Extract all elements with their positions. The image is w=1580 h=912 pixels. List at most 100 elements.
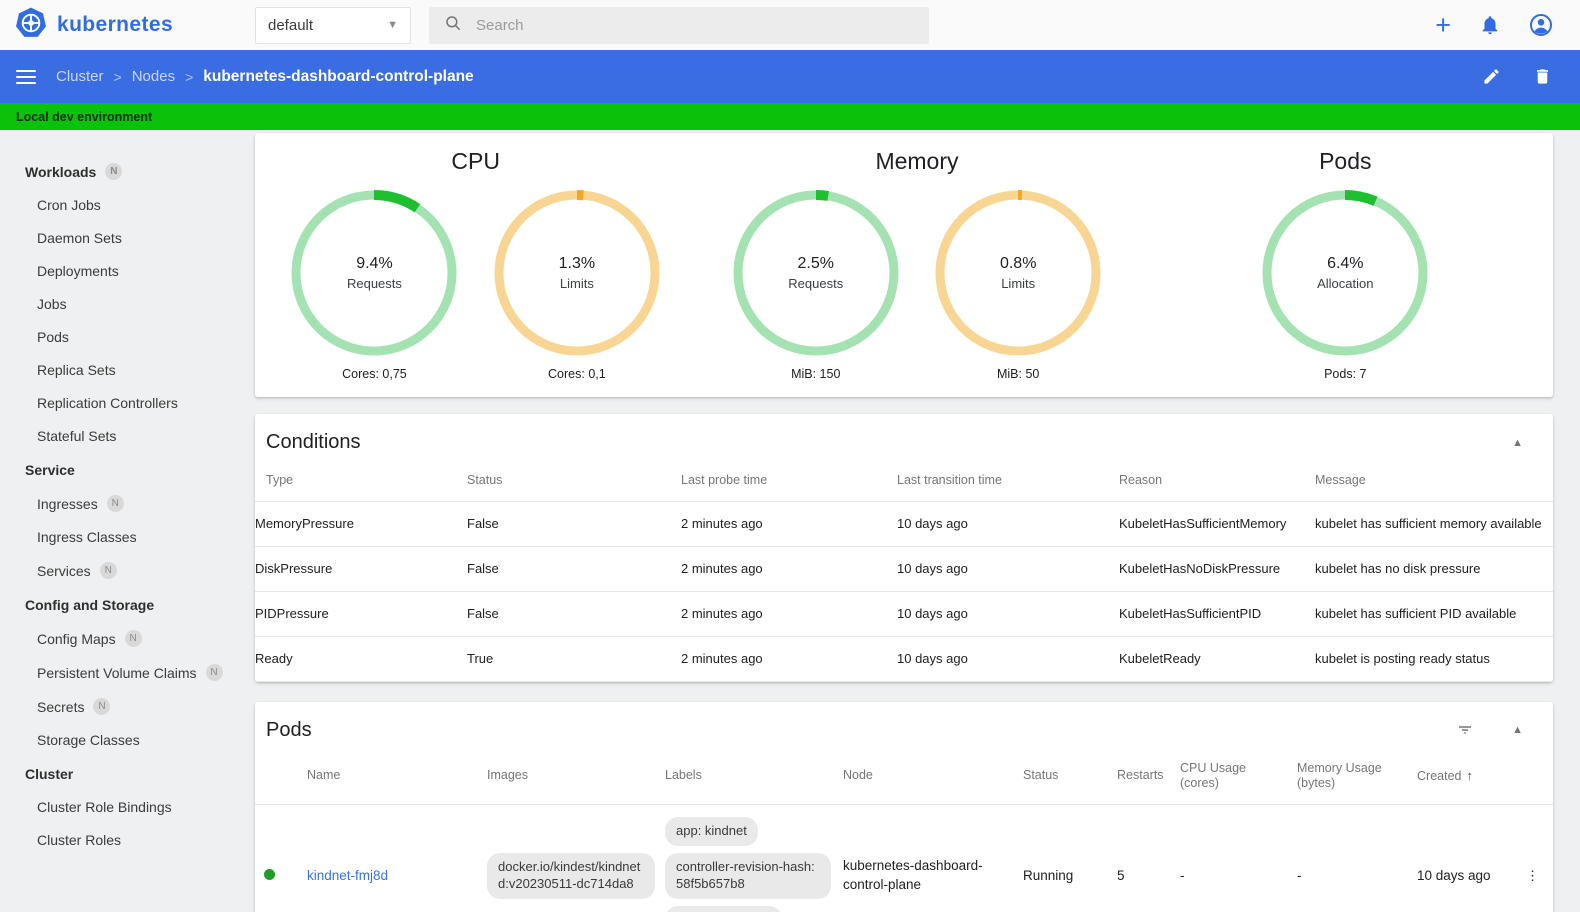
sidebar-section-workloads[interactable]: Workloads N <box>0 154 247 189</box>
column-header-last-probe-time: Last probe time <box>681 461 897 502</box>
sidebar-item-daemon-sets[interactable]: Daemon Sets <box>0 222 247 255</box>
sidebar-item-label: Daemon Sets <box>37 230 122 246</box>
column-header-name: Name <box>307 748 487 805</box>
sidebar-item-stateful-sets[interactable]: Stateful Sets <box>0 420 247 453</box>
dropdown-caret-icon: ▼ <box>387 19 398 31</box>
column-header-node: Node <box>843 748 1023 805</box>
sidebar-item-label: Replica Sets <box>37 362 116 378</box>
namespaced-badge: N <box>106 495 124 512</box>
sidebar-item-persistent-volume-claims[interactable]: Persistent Volume Claims N <box>0 656 247 690</box>
column-header-cpu-usage: CPU Usage (cores) <box>1180 748 1297 805</box>
cpu-allocation-group: CPU 9.4% Requests Cores: 0,75 1.3% Limit… <box>255 143 696 381</box>
donut-label: Limits <box>1001 276 1036 291</box>
create-resource-icon[interactable]: + <box>1435 12 1451 39</box>
sidebar-item-storage-classes[interactable]: Storage Classes <box>0 724 247 757</box>
sidebar-item-secrets[interactable]: Secrets N <box>0 690 247 724</box>
collapse-card-icon[interactable]: ▲ <box>1512 724 1523 736</box>
sidebar-section-label: Cluster <box>25 766 74 782</box>
delete-trash-icon[interactable] <box>1533 67 1552 86</box>
sidebar-item-cluster-roles[interactable]: Cluster Roles <box>0 824 247 857</box>
condition-last-probe: 2 minutes ago <box>681 591 897 637</box>
table-row: MemoryPressure False 2 minutes ago 10 da… <box>255 501 1553 547</box>
column-header-status: Status <box>1023 748 1117 805</box>
column-header-memory-usage: Memory Usage (bytes) <box>1297 748 1417 805</box>
sidebar-item-config-maps[interactable]: Config Maps N <box>0 622 247 656</box>
sidebar-item-deployments[interactable]: Deployments <box>0 255 247 288</box>
sidebar-item-label: Ingress Classes <box>37 529 137 545</box>
sidebar-section-cluster[interactable]: Cluster <box>0 757 247 791</box>
condition-reason: KubeletHasSufficientMemory <box>1119 501 1315 547</box>
sidebar-item-label: Deployments <box>37 263 119 279</box>
namespaced-badge: N <box>105 163 123 180</box>
column-header-actions <box>1523 748 1553 805</box>
condition-last-probe: 2 minutes ago <box>681 636 897 682</box>
sidebar-section-config-and-storage[interactable]: Config and Storage <box>0 588 247 622</box>
menu-hamburger-icon[interactable] <box>16 69 36 84</box>
column-header-images: Images <box>487 748 665 805</box>
sidebar-nav: Workloads N Cron Jobs Daemon Sets Deploy… <box>0 130 247 857</box>
donut-label: Requests <box>346 276 402 291</box>
sidebar-item-services[interactable]: Services N <box>0 554 247 588</box>
condition-message: kubelet has sufficient PID available <box>1315 591 1553 637</box>
sidebar-item-label: Services <box>37 562 91 579</box>
search-bar[interactable] <box>429 6 929 44</box>
sidebar-item-label: Ingresses <box>37 495 98 512</box>
kubernetes-logo[interactable]: kubernetes <box>0 7 247 44</box>
user-account-icon[interactable] <box>1529 13 1553 37</box>
created-label: Created <box>1417 768 1462 783</box>
sidebar-item-label: Jobs <box>37 296 67 312</box>
sidebar-section-service[interactable]: Service <box>0 453 247 487</box>
condition-reason: KubeletHasSufficientPID <box>1119 591 1315 637</box>
sidebar-item-jobs[interactable]: Jobs <box>0 288 247 321</box>
sidebar-item-replication-controllers[interactable]: Replication Controllers <box>0 387 247 420</box>
condition-message: kubelet has sufficient memory available <box>1315 501 1553 547</box>
table-row: PIDPressure False 2 minutes ago 10 days … <box>255 591 1553 637</box>
pod-name-link[interactable]: kindnet-fmj8d <box>307 868 388 883</box>
donut-percent: 2.5% <box>797 255 834 272</box>
sidebar-item-pods[interactable]: Pods <box>0 321 247 354</box>
topbar-actions: + <box>1435 12 1580 39</box>
donut-chart-memory-requests: 2.5% Requests MiB: 150 <box>732 190 899 381</box>
namespaced-badge: N <box>205 664 223 681</box>
column-header-reason: Reason <box>1119 461 1315 502</box>
sidebar-item-cron-jobs[interactable]: Cron Jobs <box>0 189 247 222</box>
donut-percent: 6.4% <box>1327 255 1364 272</box>
sidebar-item-label: Stateful Sets <box>37 428 117 444</box>
cpu-group-title: CPU <box>451 148 500 174</box>
namespaced-badge: N <box>99 562 117 579</box>
breadcrumb-nodes[interactable]: Nodes <box>132 68 175 85</box>
sidebar-item-ingresses[interactable]: Ingresses N <box>0 487 247 521</box>
condition-last-transition: 10 days ago <box>897 501 1119 547</box>
sidebar-item-cluster-role-bindings[interactable]: Cluster Role Bindings <box>0 791 247 824</box>
condition-last-transition: 10 days ago <box>897 636 1119 682</box>
column-header-restarts: Restarts <box>1117 748 1180 805</box>
column-header-created[interactable]: Created ↑ <box>1417 748 1523 805</box>
donut-footer: Pods: 7 <box>1324 367 1367 381</box>
sidebar-item-ingress-classes[interactable]: Ingress Classes <box>0 521 247 554</box>
banner-text: Local dev environment <box>16 109 153 124</box>
filter-list-icon[interactable] <box>1456 721 1474 739</box>
donut-chart-cpu-requests: 9.4% Requests Cores: 0,75 <box>291 190 458 381</box>
column-header-status-dot <box>255 748 307 805</box>
condition-status: True <box>467 636 681 682</box>
condition-last-transition: 10 days ago <box>897 546 1119 592</box>
breadcrumb-cluster[interactable]: Cluster <box>56 68 104 85</box>
main-content: CPU 9.4% Requests Cores: 0,75 1.3% Limit… <box>247 130 1580 912</box>
edit-pencil-icon[interactable] <box>1482 67 1501 86</box>
breadcrumb-bar: Cluster > Nodes > kubernetes-dashboard-c… <box>0 50 1580 103</box>
row-kebab-menu-icon[interactable]: ⋮ <box>1523 804 1553 912</box>
sidebar-item-replica-sets[interactable]: Replica Sets <box>0 354 247 387</box>
donut-chart-cpu-limits: 1.3% Limits Cores: 0,1 <box>493 190 660 381</box>
node-actions <box>1482 67 1552 86</box>
pod-label-chip: app: kindnet <box>665 816 758 846</box>
condition-last-probe: 2 minutes ago <box>681 546 897 592</box>
search-input[interactable] <box>476 16 914 34</box>
chevron-right-icon: > <box>185 68 194 85</box>
namespace-selector[interactable]: default ▼ <box>255 6 411 44</box>
collapse-card-icon[interactable]: ▲ <box>1512 437 1523 449</box>
chevron-right-icon: > <box>113 68 122 85</box>
notifications-bell-icon[interactable] <box>1479 14 1501 36</box>
pod-status-dot-running <box>264 868 275 880</box>
pods-card: Pods ▲ Name Images Labels Node Status Re… <box>255 701 1553 912</box>
table-row: Ready True 2 minutes ago 10 days ago Kub… <box>255 636 1553 682</box>
